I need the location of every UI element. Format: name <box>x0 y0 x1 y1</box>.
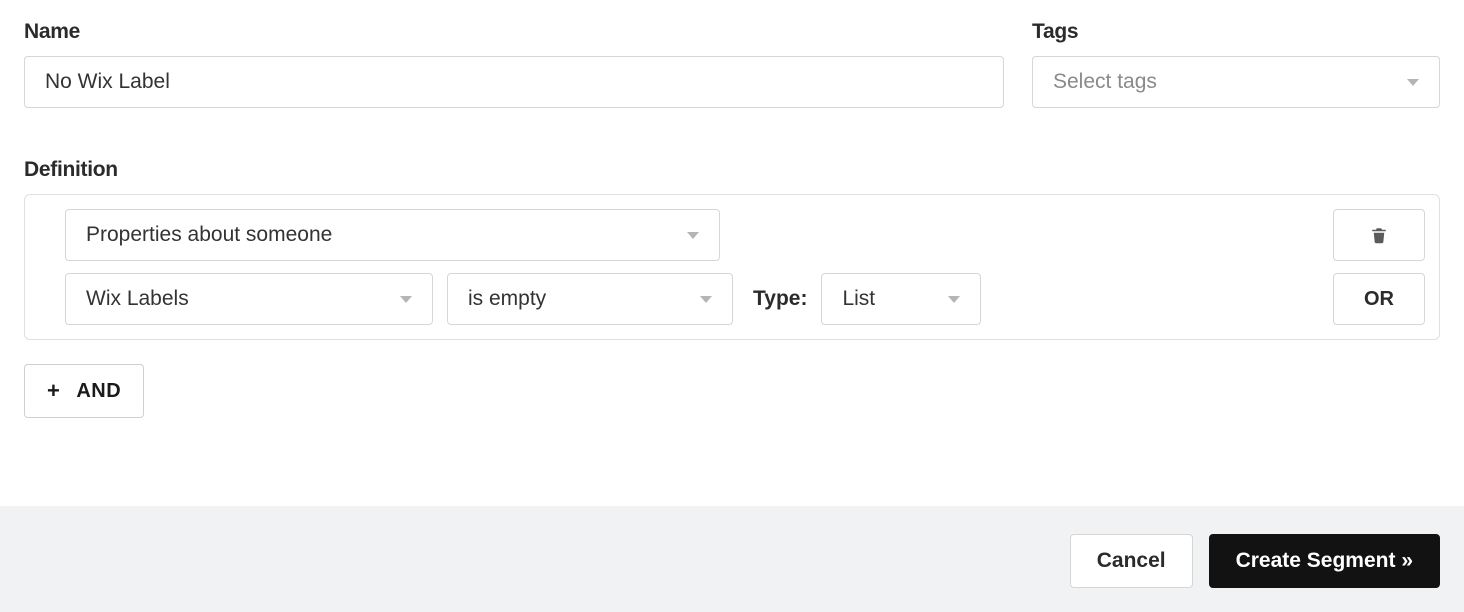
plus-icon: + <box>47 378 60 404</box>
or-label: OR <box>1364 288 1394 311</box>
tags-label: Tags <box>1032 20 1440 44</box>
operator-select[interactable]: is empty <box>447 273 733 325</box>
or-button[interactable]: OR <box>1333 273 1425 325</box>
category-select[interactable]: Properties about someone <box>65 209 720 261</box>
chevron-down-icon <box>1407 79 1419 86</box>
property-value: Wix Labels <box>86 287 400 311</box>
trash-icon <box>1370 225 1388 245</box>
property-select[interactable]: Wix Labels <box>65 273 433 325</box>
type-select[interactable]: List <box>821 273 981 325</box>
chevron-down-icon <box>687 232 699 239</box>
footer: Cancel Create Segment » <box>0 506 1464 612</box>
definition-box: Properties about someone Wix Labels <box>24 194 1440 340</box>
name-label: Name <box>24 20 1004 44</box>
definition-label: Definition <box>24 158 1440 182</box>
create-segment-button[interactable]: Create Segment » <box>1209 534 1440 588</box>
chevron-down-icon <box>948 296 960 303</box>
submit-label: Create Segment » <box>1236 549 1413 573</box>
delete-button[interactable] <box>1333 209 1425 261</box>
operator-value: is empty <box>468 287 700 311</box>
and-label: AND <box>76 380 121 403</box>
category-value: Properties about someone <box>86 223 687 247</box>
tags-select[interactable]: Select tags <box>1032 56 1440 108</box>
chevron-down-icon <box>400 296 412 303</box>
tags-placeholder: Select tags <box>1053 70 1407 94</box>
type-label: Type: <box>753 287 807 311</box>
type-value: List <box>842 287 948 311</box>
chevron-down-icon <box>700 296 712 303</box>
and-button[interactable]: + AND <box>24 364 144 418</box>
name-input[interactable] <box>24 56 1004 108</box>
cancel-label: Cancel <box>1097 549 1166 573</box>
cancel-button[interactable]: Cancel <box>1070 534 1193 588</box>
